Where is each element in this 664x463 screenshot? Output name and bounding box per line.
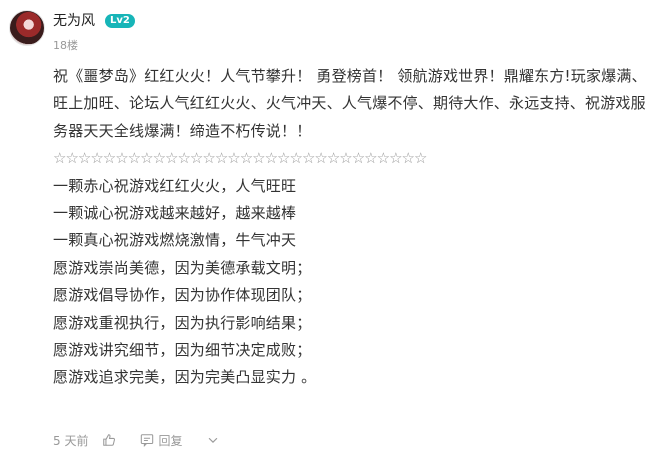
author-name[interactable]: 无为风 xyxy=(53,13,95,29)
thumbs-up-icon[interactable] xyxy=(102,433,116,447)
comment-footer: 5 天前 回复 xyxy=(53,432,220,448)
post-line: 一颗真心祝游戏燃烧激情，牛气冲天 xyxy=(53,231,297,250)
level-badge: Lv2 xyxy=(105,14,135,28)
post-line: 愿游戏追求完美，因为完美凸显实力 。 xyxy=(53,368,317,387)
post-content: 祝《噩梦岛》红红火火！人气节攀升！ 勇登榜首！ 领航游戏世界！鼎耀东方!玩家爆满… xyxy=(53,63,648,392)
reply-button[interactable]: 回复 xyxy=(158,432,182,449)
post-paragraph: 祝《噩梦岛》红红火火！人气节攀升！ 勇登榜首！ 领航游戏世界！鼎耀东方!玩家爆满… xyxy=(53,67,647,140)
chevron-down-icon[interactable] xyxy=(206,433,220,447)
post-line: 愿游戏倡导协作，因为协作体现团队； xyxy=(53,286,312,305)
floor-number: 18楼 xyxy=(53,39,78,52)
post-line: 一颗赤心祝游戏红红火火，人气旺旺 xyxy=(53,176,297,195)
post-line: 愿游戏重视执行，因为执行影响结果； xyxy=(53,313,312,332)
post-line: 愿游戏讲究细节，因为细节决定成败； xyxy=(53,341,312,360)
post-line: 一颗诚心祝游戏越来越好，越来越棒 xyxy=(53,204,297,223)
star-divider: ☆☆☆☆☆☆☆☆☆☆☆☆☆☆☆☆☆☆☆☆☆☆☆☆☆☆☆☆☆☆ xyxy=(53,149,427,168)
avatar[interactable] xyxy=(9,10,45,46)
comment-icon[interactable] xyxy=(140,433,154,447)
post-time: 5 天前 xyxy=(53,433,89,448)
post-line: 愿游戏崇尚美德，因为美德承载文明； xyxy=(53,258,312,277)
